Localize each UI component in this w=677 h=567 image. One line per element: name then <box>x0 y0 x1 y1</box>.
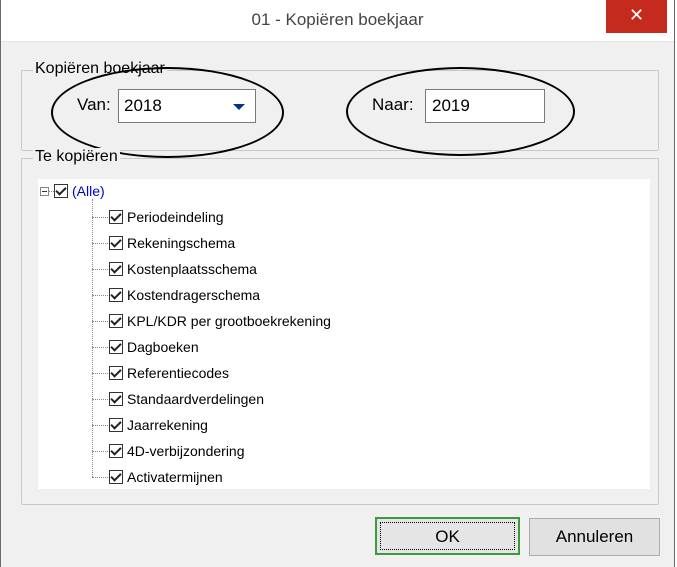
tree-node-label: Referentiecodes <box>127 365 229 381</box>
tree-node-label: Periodeindeling <box>127 209 224 225</box>
checkbox-checked-icon[interactable] <box>109 236 123 250</box>
annotation-ellipse-to <box>346 67 575 156</box>
checkbox-checked-icon[interactable] <box>54 184 68 198</box>
close-icon: ✕ <box>628 5 645 25</box>
checkbox-checked-icon[interactable] <box>109 262 123 276</box>
title-bar: 01 - Kopiëren boekjaar ✕ <box>1 0 674 42</box>
tree-node-label: Standaardverdelingen <box>127 391 264 407</box>
checkbox-checked-icon[interactable] <box>109 470 123 484</box>
dialog-window: 01 - Kopiëren boekjaar ✕ Kopiëren boekja… <box>0 0 675 567</box>
tree-node-label: Kostenplaatsschema <box>127 261 257 277</box>
close-button[interactable]: ✕ <box>606 0 667 33</box>
cancel-button[interactable]: Annuleren <box>529 518 660 556</box>
checkbox-checked-icon[interactable] <box>109 340 123 354</box>
ok-button-label: OK <box>435 527 460 546</box>
checkbox-checked-icon[interactable] <box>109 392 123 406</box>
copy-items-tree: (Alle) Periodeindeling Rekeningschema Ko… <box>38 179 650 489</box>
tree-node-label: (Alle) <box>72 183 105 199</box>
cancel-button-label: Annuleren <box>555 527 634 546</box>
tree-node-label: Activatermijnen <box>127 469 223 485</box>
copy-items-group-label: Te kopiëren <box>33 148 120 166</box>
tree-node-label: Kostendragerschema <box>127 287 261 303</box>
checkbox-checked-icon[interactable] <box>109 314 123 328</box>
collapse-icon[interactable] <box>40 187 49 196</box>
ok-button[interactable]: OK <box>375 517 520 555</box>
tree-node-label: KPL/KDR per grootboekrekening <box>127 313 331 329</box>
tree-node-label: Rekeningschema <box>127 235 236 251</box>
annotation-ellipse-from <box>51 67 284 158</box>
checkbox-checked-icon[interactable] <box>109 210 123 224</box>
tree-node-label: Dagboeken <box>127 339 199 355</box>
checkbox-checked-icon[interactable] <box>109 418 123 432</box>
checkbox-checked-icon[interactable] <box>109 444 123 458</box>
tree-node-label: Jaarrekening <box>127 417 208 433</box>
tree-node-label: 4D-verbijzondering <box>127 443 245 459</box>
window-title: 01 - Kopiëren boekjaar <box>251 10 424 29</box>
checkbox-checked-icon[interactable] <box>109 288 123 302</box>
checkbox-checked-icon[interactable] <box>109 366 123 380</box>
